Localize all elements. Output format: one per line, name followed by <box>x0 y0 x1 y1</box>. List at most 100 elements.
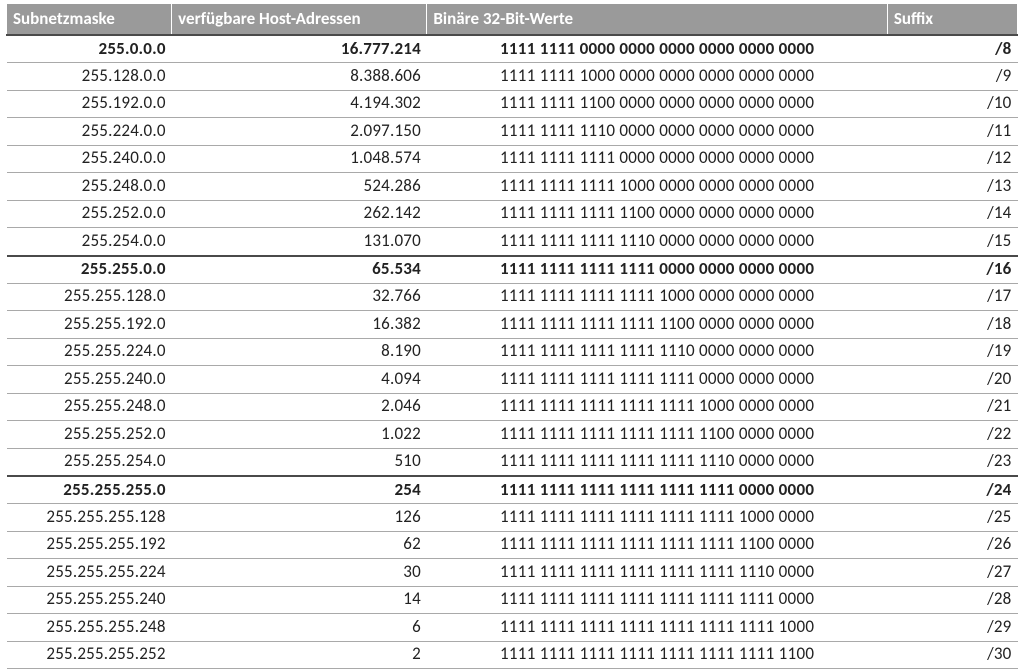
cell-binary: 1111 1111 1111 1110 0000 0000 0000 0000 <box>427 228 887 256</box>
table-row: 255.224.0.02.097.1501111 1111 1110 0000 … <box>7 118 1018 145</box>
cell-binary: 1111 1111 1111 1111 1111 1111 1111 1100 <box>427 641 887 668</box>
col-header-hosts: verfügbare Host-Adressen <box>172 4 427 35</box>
cell-suffix: /10 <box>887 90 1017 117</box>
cell-binary: 1111 1111 1111 1111 0000 0000 0000 0000 <box>427 256 887 284</box>
cell-suffix: /12 <box>887 145 1017 172</box>
cell-binary: 1111 1111 1111 1111 1111 1111 1100 0000 <box>427 531 887 558</box>
cell-suffix: /19 <box>887 338 1017 365</box>
cell-suffix: /20 <box>887 366 1017 393</box>
table-row: 255.255.252.01.0221111 1111 1111 1111 11… <box>7 421 1018 448</box>
cell-suffix: /8 <box>887 35 1017 63</box>
cell-suffix: /27 <box>887 559 1017 586</box>
cell-binary: 1111 1111 1111 1100 0000 0000 0000 0000 <box>427 200 887 227</box>
cell-mask: 255.255.254.0 <box>7 448 172 476</box>
cell-hosts: 8.388.606 <box>172 63 427 90</box>
cell-binary: 1111 1111 0000 0000 0000 0000 0000 0000 <box>427 35 887 63</box>
cell-mask: 255.248.0.0 <box>7 173 172 200</box>
cell-binary: 1111 1111 1100 0000 0000 0000 0000 0000 <box>427 90 887 117</box>
cell-mask: 255.255.255.192 <box>7 531 172 558</box>
cell-mask: 255.255.224.0 <box>7 338 172 365</box>
cell-suffix: /21 <box>887 393 1017 420</box>
cell-binary: 1111 1111 1111 1111 1111 1110 0000 0000 <box>427 448 887 476</box>
col-header-suffix: Suffix <box>887 4 1017 35</box>
cell-suffix: /29 <box>887 614 1017 641</box>
subnet-table-sheet: Subnetzmaske verfügbare Host-Adressen Bi… <box>0 0 1024 669</box>
cell-suffix: /26 <box>887 531 1017 558</box>
cell-mask: 255.128.0.0 <box>7 63 172 90</box>
table-row: 255.248.0.0524.2861111 1111 1111 1000 00… <box>7 173 1018 200</box>
cell-mask: 255.255.240.0 <box>7 366 172 393</box>
cell-mask: 255.255.255.248 <box>7 614 172 641</box>
table-row: 255.0.0.016.777.2141111 1111 0000 0000 0… <box>7 35 1018 63</box>
table-row: 255.255.255.240141111 1111 1111 1111 111… <box>7 586 1018 613</box>
cell-hosts: 65.534 <box>172 256 427 284</box>
cell-hosts: 16.777.214 <box>172 35 427 63</box>
cell-mask: 255.224.0.0 <box>7 118 172 145</box>
cell-binary: 1111 1111 1000 0000 0000 0000 0000 0000 <box>427 63 887 90</box>
cell-suffix: /30 <box>887 641 1017 668</box>
cell-mask: 255.255.255.224 <box>7 559 172 586</box>
cell-mask: 255.255.192.0 <box>7 311 172 338</box>
cell-hosts: 510 <box>172 448 427 476</box>
cell-binary: 1111 1111 1111 0000 0000 0000 0000 0000 <box>427 145 887 172</box>
cell-mask: 255.255.255.252 <box>7 641 172 668</box>
cell-mask: 255.255.255.240 <box>7 586 172 613</box>
cell-mask: 255.240.0.0 <box>7 145 172 172</box>
table-row: 255.192.0.04.194.3021111 1111 1100 0000 … <box>7 90 1018 117</box>
cell-hosts: 524.286 <box>172 173 427 200</box>
cell-hosts: 14 <box>172 586 427 613</box>
cell-suffix: /9 <box>887 63 1017 90</box>
cell-suffix: /18 <box>887 311 1017 338</box>
cell-mask: 255.255.252.0 <box>7 421 172 448</box>
cell-hosts: 262.142 <box>172 200 427 227</box>
cell-mask: 255.192.0.0 <box>7 90 172 117</box>
cell-binary: 1111 1111 1111 1111 1111 1100 0000 0000 <box>427 421 887 448</box>
cell-hosts: 126 <box>172 504 427 531</box>
table-row: 255.252.0.0262.1421111 1111 1111 1100 00… <box>7 200 1018 227</box>
col-header-binary: Binäre 32-Bit-Werte <box>427 4 887 35</box>
cell-suffix: /25 <box>887 504 1017 531</box>
table-row: 255.255.255.02541111 1111 1111 1111 1111… <box>7 476 1018 504</box>
cell-hosts: 16.382 <box>172 311 427 338</box>
table-row: 255.255.248.02.0461111 1111 1111 1111 11… <box>7 393 1018 420</box>
cell-mask: 255.0.0.0 <box>7 35 172 63</box>
cell-suffix: /14 <box>887 200 1017 227</box>
table-row: 255.255.255.24861111 1111 1111 1111 1111… <box>7 614 1018 641</box>
cell-hosts: 4.094 <box>172 366 427 393</box>
table-row: 255.255.255.25221111 1111 1111 1111 1111… <box>7 641 1018 668</box>
cell-suffix: /28 <box>887 586 1017 613</box>
cell-binary: 1111 1111 1111 1111 1100 0000 0000 0000 <box>427 311 887 338</box>
col-header-mask: Subnetzmaske <box>7 4 172 35</box>
cell-suffix: /22 <box>887 421 1017 448</box>
cell-suffix: /16 <box>887 256 1017 284</box>
cell-mask: 255.255.0.0 <box>7 256 172 284</box>
cell-suffix: /24 <box>887 476 1017 504</box>
cell-hosts: 30 <box>172 559 427 586</box>
cell-binary: 1111 1111 1111 1111 1111 1111 1111 1000 <box>427 614 887 641</box>
cell-binary: 1111 1111 1111 1111 1111 1111 0000 0000 <box>427 476 887 504</box>
cell-binary: 1111 1111 1111 1111 1111 1111 1000 0000 <box>427 504 887 531</box>
cell-hosts: 6 <box>172 614 427 641</box>
cell-binary: 1111 1111 1111 1111 1000 0000 0000 0000 <box>427 283 887 310</box>
cell-mask: 255.254.0.0 <box>7 228 172 256</box>
table-row: 255.255.192.016.3821111 1111 1111 1111 1… <box>7 311 1018 338</box>
table-row: 255.255.0.065.5341111 1111 1111 1111 000… <box>7 256 1018 284</box>
cell-hosts: 8.190 <box>172 338 427 365</box>
table-body: 255.0.0.016.777.2141111 1111 0000 0000 0… <box>7 35 1018 669</box>
table-row: 255.255.255.192621111 1111 1111 1111 111… <box>7 531 1018 558</box>
cell-hosts: 131.070 <box>172 228 427 256</box>
cell-mask: 255.255.255.128 <box>7 504 172 531</box>
cell-mask: 255.255.128.0 <box>7 283 172 310</box>
cell-hosts: 254 <box>172 476 427 504</box>
cell-hosts: 2.097.150 <box>172 118 427 145</box>
table-row: 255.255.240.04.0941111 1111 1111 1111 11… <box>7 366 1018 393</box>
cell-mask: 255.255.255.0 <box>7 476 172 504</box>
cell-hosts: 2 <box>172 641 427 668</box>
subnet-table: Subnetzmaske verfügbare Host-Adressen Bi… <box>6 4 1018 669</box>
table-header-row: Subnetzmaske verfügbare Host-Adressen Bi… <box>7 4 1018 35</box>
table-row: 255.240.0.01.048.5741111 1111 1111 0000 … <box>7 145 1018 172</box>
cell-hosts: 62 <box>172 531 427 558</box>
table-row: 255.255.255.1281261111 1111 1111 1111 11… <box>7 504 1018 531</box>
cell-mask: 255.252.0.0 <box>7 200 172 227</box>
cell-binary: 1111 1111 1111 1111 1111 1000 0000 0000 <box>427 393 887 420</box>
